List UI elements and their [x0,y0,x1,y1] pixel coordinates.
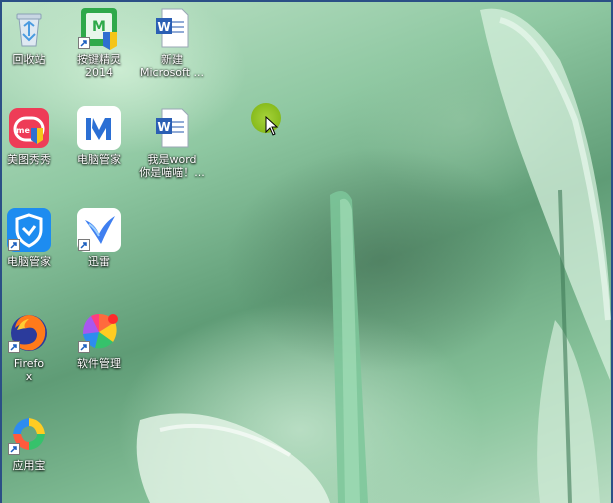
shortcut-arrow-icon [8,341,20,353]
icon-label: 美图秀秀 [7,153,51,166]
icon-label: 电脑管家 [77,153,121,166]
firefox-icon [7,310,51,354]
svg-text:me: me [16,126,30,135]
svg-text:W: W [157,20,170,34]
recycle-bin-icon [7,6,51,50]
tencent-shield-icon [7,208,51,252]
pc-manager-icon [77,106,121,150]
desktop-icon-app-store[interactable]: 应用宝 [0,412,64,472]
icon-label: 迅雷 [88,255,110,268]
icon-label: 新建 Microsoft ... [139,53,205,79]
icon-label: 电脑管家 [7,255,51,268]
icon-label: 回收站 [12,53,46,66]
icon-label: 我是word 你是喵喵！... [139,153,205,179]
shortcut-arrow-icon [78,37,90,49]
desktop-icon-pc-manager-2[interactable]: 电脑管家 [0,208,64,268]
word-doc-icon: W [150,106,194,150]
mouse-pointer-icon [265,116,279,136]
icon-label: 按键精灵 2014 [77,53,121,79]
desktop-icon-meitu[interactable]: me 美图秀秀 [0,106,64,166]
shortcut-arrow-icon [8,443,20,455]
meitu-icon: me [7,106,51,150]
desktop-icon-xunlei[interactable]: 迅雷 [64,208,134,268]
desktop-icon-firefox[interactable]: Firefo x [0,310,64,383]
icon-label: 软件管理 [77,357,121,370]
desktop-icon-anjian[interactable]: M 按键精灵 2014 [64,6,134,79]
window-frame-top [0,0,613,2]
xunlei-icon [77,208,121,252]
anjian-icon: M [77,6,121,50]
shortcut-arrow-icon [78,239,90,251]
software-manager-icon [77,310,121,354]
desktop-icon-software-mgr[interactable]: 软件管理 [64,310,134,370]
desktop-icon-word-doc[interactable]: W 我是word 你是喵喵！... [137,106,207,179]
yingyongbao-icon [7,412,51,456]
shortcut-arrow-icon [78,341,90,353]
icon-label: Firefo x [13,357,45,383]
svg-text:W: W [157,120,170,134]
desktop-icon-word-new[interactable]: W 新建 Microsoft ... [137,6,207,79]
word-doc-icon: W [150,6,194,50]
desktop-icon-recycle-bin[interactable]: 回收站 [0,6,64,66]
desktop-icon-pc-manager-1[interactable]: 电脑管家 [64,106,134,166]
desktop[interactable]: 回收站 M 按键精灵 2014 W 新建 Microsoft ... me 美图… [0,0,613,503]
icon-label: 应用宝 [12,459,46,472]
shortcut-arrow-icon [8,239,20,251]
